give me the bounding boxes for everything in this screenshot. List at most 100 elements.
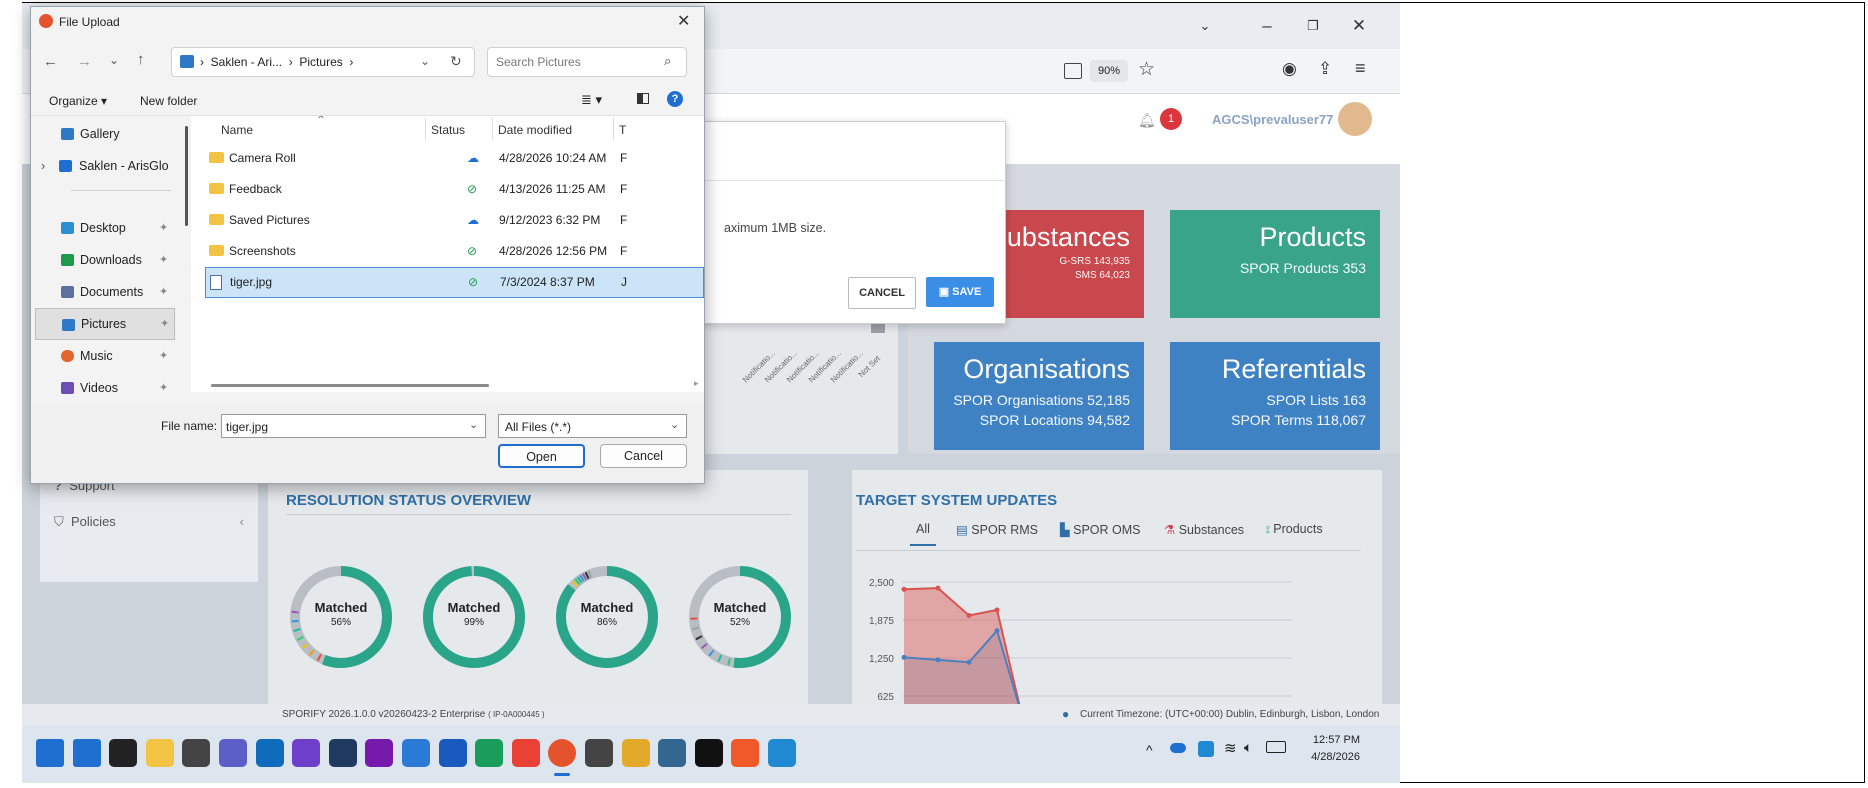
tab-substances[interactable]: ⚗ Substances: [1164, 522, 1244, 537]
file-type-select[interactable]: All Files (*.*) ⌄: [498, 414, 687, 438]
calculator-icon[interactable]: [585, 739, 613, 767]
avatar[interactable]: [1338, 102, 1372, 136]
file-row[interactable]: Camera Roll ☁ 4/28/2026 10:24 AM F: [205, 143, 704, 174]
column-name[interactable]: Name: [221, 123, 253, 137]
teams-icon[interactable]: [219, 739, 247, 767]
onedrive-tray-icon[interactable]: [1170, 743, 1186, 753]
bell-icon[interactable]: 🔔︎: [1138, 112, 1156, 129]
file-row[interactable]: Feedback ⊘ 4/13/2026 11:25 AM F: [205, 174, 704, 205]
app-tray-icon[interactable]: [1198, 741, 1214, 757]
expand-icon[interactable]: ›: [41, 150, 45, 182]
minimize-button[interactable]: –: [1244, 11, 1290, 41]
nav-item-saklen[interactable]: › Saklen - ArisGlo: [35, 150, 175, 182]
back-icon[interactable]: ←: [43, 53, 58, 70]
nav-item-videos[interactable]: Videos ✦: [35, 372, 175, 404]
sync-icon[interactable]: [328, 739, 357, 767]
github-icon[interactable]: [292, 739, 321, 767]
history-dropdown-icon[interactable]: ⌄: [420, 54, 430, 68]
restore-button[interactable]: ❐: [1290, 11, 1336, 41]
cancel-button[interactable]: CANCEL: [848, 277, 916, 309]
forward-icon[interactable]: →: [77, 53, 92, 70]
onenote-icon[interactable]: [365, 739, 394, 767]
search-input[interactable]: Search Pictures ⌕: [487, 47, 687, 77]
nav-item-gallery[interactable]: Gallery: [35, 118, 175, 150]
pin-icon[interactable]: ✦: [159, 212, 168, 244]
task-view-icon[interactable]: [109, 739, 138, 767]
nav-item-downloads[interactable]: Downloads ✦: [35, 244, 175, 276]
up-icon[interactable]: ↑: [137, 51, 145, 68]
tile-products[interactable]: Products SPOR Products 353: [1170, 210, 1380, 318]
column-date[interactable]: Date modified: [498, 123, 572, 137]
file-explorer-icon[interactable]: [145, 739, 174, 767]
menu-icon[interactable]: ≡: [1355, 58, 1366, 79]
account-icon[interactable]: ◉: [1282, 59, 1297, 79]
wifi-icon[interactable]: ≋: [1224, 739, 1237, 757]
edge-dev-icon[interactable]: [475, 739, 504, 767]
save-page-icon[interactable]: [1064, 63, 1082, 79]
scroll-right-icon[interactable]: ▸: [694, 378, 699, 389]
paint-icon[interactable]: [621, 739, 650, 767]
pin-icon[interactable]: ✦: [159, 244, 168, 276]
tile-referentials[interactable]: Referentials SPOR Lists 163 SPOR Terms 1…: [1170, 342, 1380, 450]
pin-icon[interactable]: ✦: [159, 340, 168, 372]
database-icon[interactable]: [658, 739, 687, 767]
clock-time[interactable]: 12:57 PM: [1310, 734, 1360, 746]
nav-item-music[interactable]: Music ✦: [35, 340, 175, 372]
pin-icon[interactable]: ✦: [159, 276, 168, 308]
tab-spor-oms[interactable]: ▙ SPOR OMS: [1060, 522, 1140, 537]
snipping-icon[interactable]: [182, 739, 211, 767]
pin-icon[interactable]: ✦: [160, 309, 169, 339]
pin-icon[interactable]: ✦: [159, 372, 168, 404]
help-icon[interactable]: ?: [667, 91, 683, 107]
volume-icon[interactable]: 🔈︎: [1244, 739, 1252, 756]
close-window-button[interactable]: ✕: [1336, 11, 1382, 41]
new-folder-button[interactable]: New folder: [140, 94, 197, 108]
preview-pane-icon[interactable]: [637, 93, 649, 104]
jetbrains-icon[interactable]: [694, 739, 723, 767]
horizontal-scrollbar[interactable]: [211, 384, 489, 387]
nav-scrollbar[interactable]: [185, 126, 188, 226]
nav-item-pictures[interactable]: Pictures ✦: [35, 308, 175, 340]
chevron-left-icon[interactable]: ‹: [240, 514, 244, 529]
nav-item-documents[interactable]: Documents ✦: [35, 276, 175, 308]
breadcrumb-item[interactable]: Saklen - Ari...: [211, 55, 282, 69]
nav-item-desktop[interactable]: Desktop ✦: [35, 212, 175, 244]
column-type[interactable]: T: [619, 123, 626, 137]
save-button[interactable]: ▣ SAVE: [926, 277, 994, 307]
edge-icon[interactable]: [768, 739, 796, 767]
outlook-icon[interactable]: [255, 739, 284, 767]
tab-all[interactable]: All: [910, 522, 936, 546]
bookmark-star-icon[interactable]: ☆: [1138, 58, 1155, 81]
menu-item-policies[interactable]: ⛉ Policies ‹: [54, 514, 244, 530]
tab-spor-rms[interactable]: ▤ SPOR RMS: [956, 522, 1038, 537]
refresh-icon[interactable]: ↻: [450, 53, 462, 70]
firefox-icon[interactable]: [548, 739, 577, 767]
tab-products[interactable]: ⦂ Products: [1266, 522, 1323, 537]
word-icon[interactable]: [438, 739, 467, 767]
file-row[interactable]: tiger.jpg ⊘ 7/3/2024 8:37 PM J: [205, 267, 704, 298]
battery-icon[interactable]: [1266, 741, 1286, 753]
notepad-icon[interactable]: [402, 739, 430, 767]
chevron-down-icon[interactable]: ⌄: [469, 418, 478, 431]
zoom-level[interactable]: 90%: [1090, 60, 1128, 82]
compass-icon[interactable]: [731, 739, 760, 767]
tray-chevron-icon[interactable]: ^: [1146, 742, 1153, 758]
organize-button[interactable]: Organize ▾: [49, 94, 107, 108]
address-bar[interactable]: › Saklen - Ari... › Pictures › ⌄ ↻: [171, 47, 475, 77]
chrome-icon[interactable]: [511, 739, 540, 767]
dialog-cancel-button[interactable]: Cancel: [600, 444, 687, 468]
view-options-icon[interactable]: ≣ ▾: [581, 92, 602, 108]
file-row[interactable]: Screenshots ⊘ 4/28/2026 12:56 PM F: [205, 236, 704, 267]
recent-dropdown-icon[interactable]: ⌄: [109, 53, 119, 67]
start-icon[interactable]: [36, 739, 64, 767]
breadcrumb-item[interactable]: Pictures: [299, 55, 342, 69]
tile-organisations[interactable]: Organisations SPOR Organisations 52,185 …: [934, 342, 1144, 450]
open-button[interactable]: Open: [498, 444, 585, 468]
clock-date[interactable]: 4/28/2026: [1300, 751, 1360, 763]
extensions-icon[interactable]: ⇪: [1318, 59, 1332, 79]
user-name[interactable]: AGCS\prevaluser77: [1212, 112, 1333, 127]
column-status[interactable]: Status: [431, 123, 465, 137]
file-row[interactable]: Saved Pictures ☁ 9/12/2023 6:32 PM F: [205, 205, 704, 236]
search-icon[interactable]: [72, 739, 101, 767]
file-name-input[interactable]: tiger.jpg ⌄: [221, 414, 486, 438]
